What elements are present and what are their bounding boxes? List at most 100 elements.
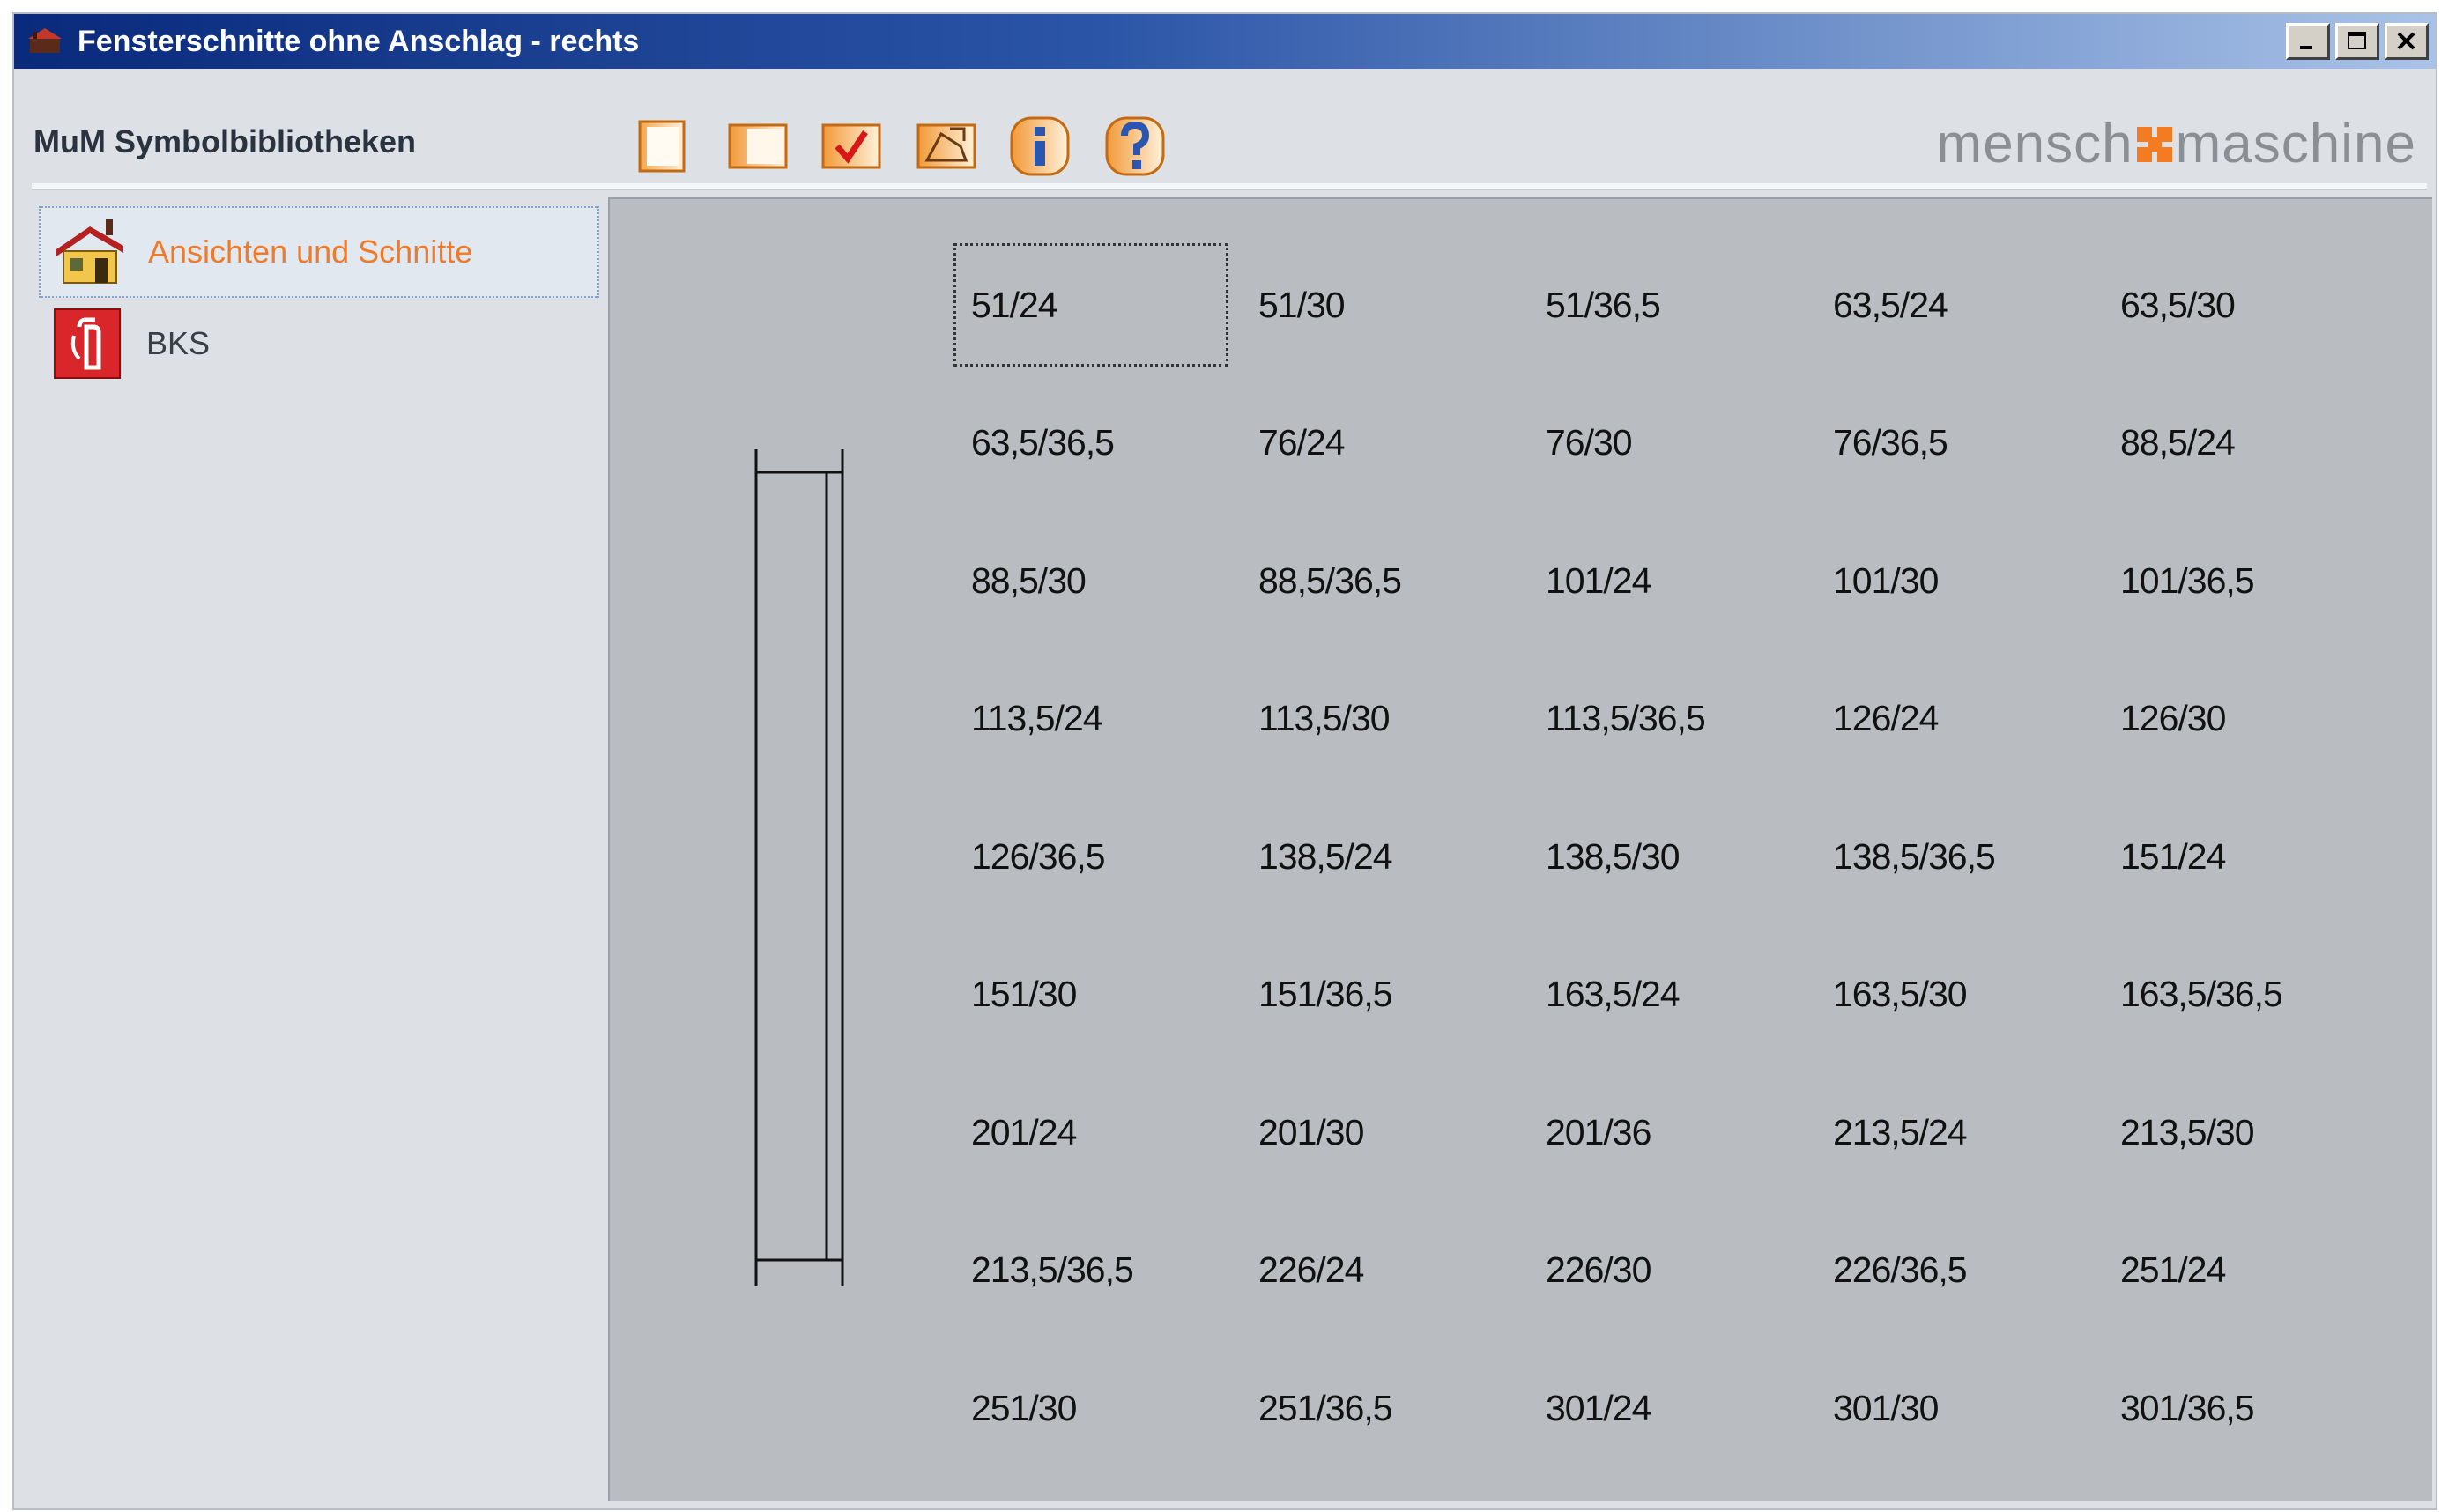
symbol-item[interactable]: 101/24 bbox=[1528, 519, 1803, 642]
symbol-item[interactable]: 88,5/36,5 bbox=[1241, 519, 1516, 642]
symbol-item[interactable]: 151/30 bbox=[953, 933, 1228, 1056]
symbol-grid: 51/24 51/30 51/36,5 63,5/24 63,5/30 63,5/36,5… bbox=[953, 243, 2390, 1485]
symbol-item[interactable]: 126/30 bbox=[2103, 657, 2378, 781]
panel-page-icon bbox=[728, 123, 788, 169]
symbol-item[interactable]: 126/24 bbox=[1815, 657, 2090, 781]
symbol-item[interactable]: 113,5/36,5 bbox=[1528, 657, 1803, 781]
title-bar[interactable]: Fensterschnitte ohne Anschlag - rechts bbox=[14, 14, 2436, 69]
symbol-item[interactable]: 201/36 bbox=[1528, 1071, 1803, 1194]
help-button[interactable] bbox=[1103, 115, 1167, 178]
toolbar-divider bbox=[32, 183, 2427, 190]
symbol-label: 201/30 bbox=[1258, 1111, 1364, 1153]
logo-cross-icon bbox=[2136, 126, 2172, 162]
symbol-label: 113,5/30 bbox=[1258, 698, 1391, 738]
symbol-item[interactable]: 138,5/30 bbox=[1528, 795, 1803, 918]
symbol-item[interactable]: 51/24 bbox=[953, 243, 1228, 367]
minimize-button[interactable] bbox=[2286, 23, 2330, 60]
symbol-label: 138,5/36,5 bbox=[1833, 835, 1996, 877]
symbol-item[interactable]: 63,5/24 bbox=[1815, 243, 2090, 367]
symbol-item[interactable]: 63,5/30 bbox=[2103, 243, 2378, 367]
sidebar-item-label: BKS bbox=[146, 325, 211, 361]
symbol-item[interactable]: 163,5/36,5 bbox=[2103, 933, 2378, 1056]
symbol-item[interactable]: 226/24 bbox=[1241, 1209, 1516, 1332]
symbol-item[interactable]: 126/36,5 bbox=[953, 795, 1228, 918]
symbol-item[interactable]: 213,5/24 bbox=[1815, 1071, 2090, 1194]
symbol-item[interactable]: 201/30 bbox=[1241, 1071, 1516, 1194]
symbol-label: 113,5/36,5 bbox=[1546, 698, 1706, 738]
symbol-item[interactable]: 251/36,5 bbox=[1241, 1346, 1516, 1470]
symbol-item[interactable]: 88,5/30 bbox=[953, 519, 1228, 642]
window-section-preview bbox=[754, 449, 844, 1286]
symbol-label: 101/30 bbox=[1833, 560, 1939, 601]
symbol-item[interactable]: 226/36,5 bbox=[1815, 1209, 2090, 1332]
blank-page-icon bbox=[638, 120, 686, 173]
symbol-label: 213,5/36,5 bbox=[971, 1249, 1134, 1290]
symbol-label: 163,5/36,5 bbox=[2120, 974, 2283, 1014]
symbol-item[interactable]: 76/24 bbox=[1241, 382, 1516, 505]
symbol-item[interactable]: 76/30 bbox=[1528, 382, 1803, 505]
symbol-item[interactable]: 251/24 bbox=[2103, 1209, 2378, 1332]
symbol-item[interactable]: 63,5/36,5 bbox=[953, 382, 1228, 505]
symbol-item[interactable]: 113,5/24 bbox=[953, 657, 1228, 781]
symbol-item[interactable]: 301/30 bbox=[1815, 1346, 2090, 1470]
symbol-item[interactable]: 51/36,5 bbox=[1528, 243, 1803, 367]
symbol-item[interactable]: 301/36,5 bbox=[2103, 1346, 2378, 1470]
info-button[interactable] bbox=[1008, 115, 1072, 178]
symbol-label: 126/24 bbox=[1833, 698, 1939, 738]
symbol-label: 251/30 bbox=[971, 1387, 1077, 1428]
symbol-panel: 51/24 51/30 51/36,5 63,5/24 63,5/30 63,5/36,5… bbox=[608, 197, 2432, 1501]
brand-logo: mensch maschine bbox=[1937, 113, 2416, 175]
minimize-icon bbox=[2300, 46, 2312, 49]
close-icon bbox=[2397, 32, 2415, 50]
symbol-label: 138,5/24 bbox=[1258, 835, 1393, 877]
symbol-label: 226/24 bbox=[1258, 1249, 1364, 1290]
maximize-button[interactable] bbox=[2335, 23, 2379, 60]
symbol-item[interactable]: 101/36,5 bbox=[2103, 519, 2378, 642]
symbol-item[interactable]: 151/36,5 bbox=[1241, 933, 1516, 1056]
symbol-item[interactable]: 201/24 bbox=[953, 1071, 1228, 1194]
checkmark-button[interactable] bbox=[820, 115, 883, 178]
symbol-item[interactable]: 88,5/24 bbox=[2103, 382, 2378, 505]
symbol-item[interactable]: 113,5/30 bbox=[1241, 657, 1516, 781]
info-icon bbox=[1010, 116, 1070, 176]
symbol-label: 51/30 bbox=[1258, 284, 1346, 325]
sidebar-item-bks[interactable]: BKS bbox=[39, 298, 599, 389]
symbol-label: 163,5/24 bbox=[1546, 974, 1681, 1014]
symbol-label: 76/30 bbox=[1546, 422, 1633, 463]
symbol-item[interactable]: 51/30 bbox=[1241, 243, 1516, 367]
symbol-item[interactable]: 301/24 bbox=[1528, 1346, 1803, 1470]
symbol-item[interactable]: 213,5/30 bbox=[2103, 1071, 2378, 1194]
symbol-label: 88,5/24 bbox=[2120, 422, 2236, 463]
symbol-label: 63,5/30 bbox=[2120, 284, 2236, 325]
symbol-label: 151/30 bbox=[971, 974, 1077, 1014]
app-window: Fensterschnitte ohne Anschlag - rechts M… bbox=[12, 12, 2437, 1510]
sidebar-item-ansichten-und-schnitte[interactable]: Ansichten und Schnitte bbox=[39, 206, 599, 298]
panel-page-button[interactable] bbox=[726, 115, 790, 178]
symbol-label: 201/36 bbox=[1546, 1111, 1651, 1153]
maximize-icon bbox=[2348, 32, 2366, 49]
symbol-label: 138,5/30 bbox=[1546, 835, 1681, 877]
symbol-label: 126/36,5 bbox=[971, 835, 1106, 877]
symbol-item[interactable]: 151/24 bbox=[2103, 795, 2378, 918]
symbol-item[interactable]: 226/30 bbox=[1528, 1209, 1803, 1332]
symbol-item[interactable]: 213,5/36,5 bbox=[953, 1209, 1228, 1332]
symbol-item[interactable]: 138,5/36,5 bbox=[1815, 795, 2090, 918]
symbol-label: 163,5/30 bbox=[1833, 974, 1968, 1014]
logo-text-right: maschine bbox=[2175, 114, 2416, 174]
symbol-label: 63,5/36,5 bbox=[971, 422, 1115, 463]
symbol-item[interactable]: 251/30 bbox=[953, 1346, 1228, 1470]
symbol-label: 213,5/24 bbox=[1833, 1111, 1968, 1153]
close-button[interactable] bbox=[2385, 23, 2429, 60]
symbol-item[interactable]: 101/30 bbox=[1815, 519, 2090, 642]
symbol-item[interactable]: 138,5/24 bbox=[1241, 795, 1516, 918]
symbol-item[interactable]: 163,5/24 bbox=[1528, 933, 1803, 1056]
insert-symbol-button[interactable] bbox=[915, 115, 978, 178]
symbol-item[interactable]: 163,5/30 bbox=[1815, 933, 2090, 1056]
window-title: Fensterschnitte ohne Anschlag - rechts bbox=[78, 25, 640, 58]
library-sidebar: Ansichten und Schnitte BKS bbox=[32, 194, 613, 1498]
symbol-label: 301/30 bbox=[1833, 1387, 1939, 1428]
app-icon bbox=[28, 28, 62, 53]
blank-page-button[interactable] bbox=[631, 115, 694, 178]
sidebar-item-label: Ansichten und Schnitte bbox=[148, 233, 473, 270]
symbol-item[interactable]: 76/36,5 bbox=[1815, 382, 2090, 505]
